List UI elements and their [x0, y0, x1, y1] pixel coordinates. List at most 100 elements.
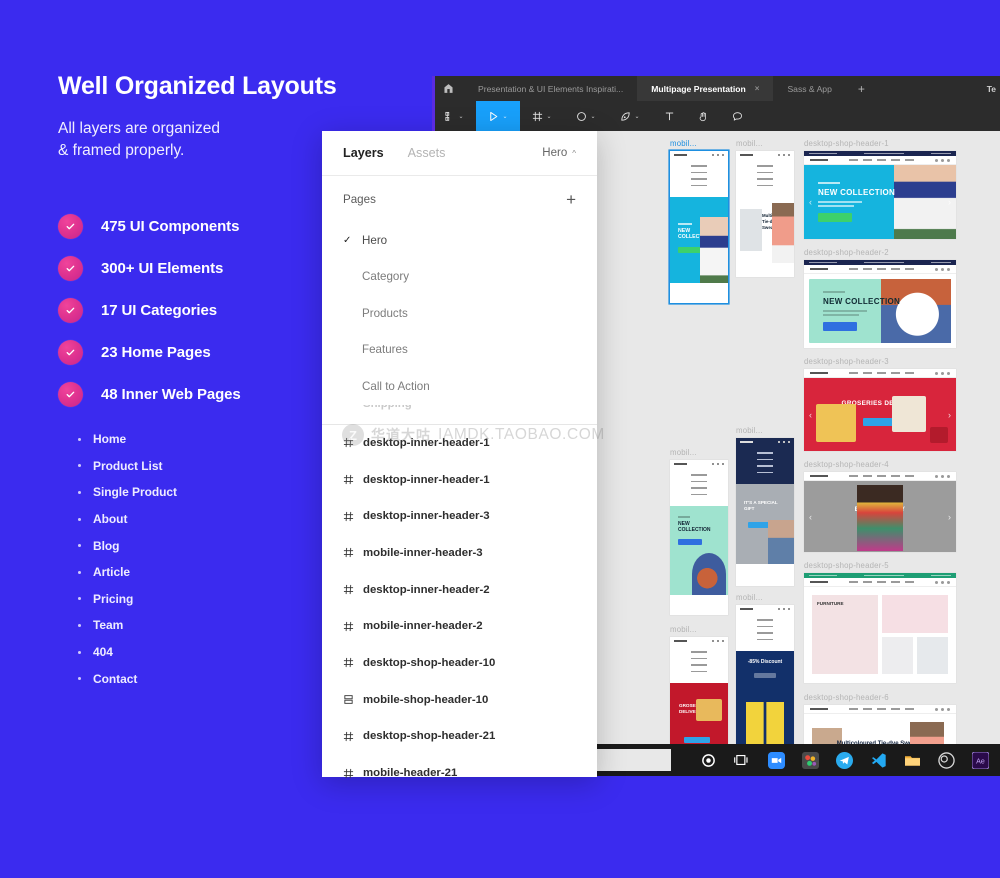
tab-sass-app[interactable]: Sass & App	[773, 76, 845, 101]
tab-label: Sass & App	[787, 83, 832, 94]
desktop-frame-preview[interactable]: GROSERIES DELIVERY ‹ ›	[804, 369, 956, 451]
text-icon[interactable]	[652, 101, 686, 131]
chevron-down-icon[interactable]: ⌄	[502, 113, 507, 120]
category-card[interactable]	[917, 636, 948, 674]
desktop-frame-preview[interactable]: NEW COLLECTION	[804, 260, 956, 348]
bullet-icon	[78, 623, 81, 627]
layer-item[interactable]: desktop-inner-header-1	[322, 425, 597, 462]
cursor-icon[interactable]: ⌄	[476, 101, 520, 131]
feature-item: 23 Home Pages	[58, 331, 241, 373]
tab-label: Multipage Presentation	[651, 83, 746, 94]
page-item-features[interactable]: Features	[322, 332, 597, 369]
frame-label: mobil...	[736, 139, 763, 148]
feature-label: 300+ UI Elements	[101, 259, 224, 277]
tab-multipage-presentation[interactable]: Multipage Presentation ×	[637, 76, 774, 101]
add-page-button[interactable]: +	[566, 191, 576, 208]
desktop-frame-preview[interactable]: NEW COLLECTION ‹ ›	[804, 151, 956, 239]
category-card[interactable]: FURNITURE	[812, 595, 878, 674]
page-item-products[interactable]: Products	[322, 295, 597, 332]
tab-assets[interactable]: Assets	[408, 146, 446, 160]
layer-item[interactable]: mobile-inner-header-3	[322, 535, 597, 572]
layer-item[interactable]: mobile-shop-header-10	[322, 681, 597, 718]
layer-item[interactable]: desktop-shop-header-21	[322, 718, 597, 755]
carousel-prev-icon[interactable]: ‹	[809, 512, 812, 522]
layer-label: desktop-shop-header-10	[363, 656, 496, 669]
carousel-next-icon[interactable]: ›	[948, 410, 951, 420]
tab-layers[interactable]: Layers	[343, 146, 384, 160]
feature-item: 300+ UI Elements	[58, 247, 241, 289]
navbar	[804, 156, 956, 165]
telegram-icon[interactable]	[835, 751, 853, 769]
carousel-next-icon[interactable]: ›	[948, 197, 951, 207]
layer-item[interactable]: desktop-inner-header-1	[322, 461, 597, 498]
hero-copy	[818, 201, 895, 207]
category-grid: FURNITURE	[804, 587, 956, 682]
tab-presentation-ui-elements[interactable]: Presentation & UI Elements Inspirati...	[464, 76, 637, 101]
frame-hash-icon	[343, 584, 363, 595]
pen-icon[interactable]: ⌄	[608, 101, 652, 131]
mobile-menu	[736, 159, 794, 197]
carousel-prev-icon[interactable]: ‹	[809, 410, 812, 420]
category-card[interactable]	[882, 595, 948, 633]
obs-icon[interactable]	[937, 751, 955, 769]
page-name: Contact	[93, 671, 138, 686]
desktop-frame-preview[interactable]: BLACK FRIDAY ‹ ›	[804, 472, 956, 552]
chevron-down-icon[interactable]: ⌄	[590, 113, 595, 120]
cortana-icon[interactable]	[699, 751, 717, 769]
nav-icons	[777, 440, 790, 444]
page-item-category[interactable]: Category	[322, 259, 597, 296]
close-icon[interactable]: ×	[755, 84, 760, 93]
figma-home-icon[interactable]	[432, 76, 464, 101]
mobile-frame[interactable]: -85% Discount	[736, 605, 794, 744]
layer-item[interactable]: mobile-inner-header-2	[322, 608, 597, 645]
hero-cta-button[interactable]	[823, 321, 857, 331]
file-explorer-icon[interactable]	[903, 751, 921, 769]
feature-label: 17 UI Categories	[101, 301, 217, 319]
chevron-down-icon[interactable]: ⌄	[458, 113, 463, 120]
shape-icon[interactable]: ⌄	[564, 101, 608, 131]
mobile-hero: GROSERIES DELIVERY	[670, 683, 728, 744]
desktop-frame-preview[interactable]: Multicoloured Tie-dye Sweater	[804, 705, 956, 744]
new-tab-button[interactable]: +	[846, 76, 877, 101]
zoom-app-icon[interactable]	[767, 751, 785, 769]
task-view-icon[interactable]	[733, 751, 751, 769]
carousel-next-icon[interactable]: ›	[948, 512, 951, 522]
chevron-down-icon[interactable]: ⌄	[546, 113, 551, 120]
current-page-selector[interactable]: Hero ^	[542, 147, 576, 159]
frame-icon[interactable]: ⌄	[520, 101, 564, 131]
frame-hash-icon	[343, 657, 363, 668]
list-item: Blog	[78, 532, 177, 559]
hand-icon[interactable]	[686, 101, 720, 131]
hero-image-person	[857, 485, 903, 551]
layer-item[interactable]: desktop-inner-header-3	[322, 498, 597, 535]
category-card[interactable]	[882, 636, 913, 674]
mobile-frame-column-2b: mobil... IT'S A SPECIAL GIFT	[736, 426, 794, 586]
mobile-hero: IT'S A SPECIAL GIFT	[736, 484, 794, 565]
desktop-frame-preview[interactable]: FURNITURE	[804, 573, 956, 683]
layers-panel: Layers Assets Hero ^ Pages + ✓ Hero Categ…	[322, 131, 597, 779]
hero-cta-button[interactable]	[818, 212, 852, 222]
mobile-frame[interactable]: NEW COLLECTION	[670, 460, 728, 615]
brand-mark	[810, 372, 828, 374]
page-item-partial[interactable]: Shipping	[322, 405, 597, 414]
page-item-hero[interactable]: ✓ Hero	[322, 222, 597, 259]
layer-item[interactable]: desktop-inner-header-2	[322, 571, 597, 608]
page-item-call-to-action[interactable]: Call to Action	[322, 368, 597, 405]
hero-banner: NEW COLLECTION ‹ ›	[804, 165, 956, 239]
vscode-icon[interactable]	[869, 751, 887, 769]
mobile-frame[interactable]: NEW COLLECTION	[670, 151, 728, 303]
move-tools-icon[interactable]: ⌄	[432, 101, 476, 131]
layer-item[interactable]: mobile-header-21	[322, 755, 597, 792]
layer-label: mobile-shop-header-10	[363, 693, 489, 706]
layer-item[interactable]: desktop-shop-header-10	[322, 645, 597, 682]
nav-links	[828, 372, 935, 374]
mobile-frame[interactable]: GROSERIES DELIVERY	[670, 637, 728, 744]
chevron-down-icon[interactable]: ⌄	[634, 113, 639, 120]
mobile-menu	[670, 468, 728, 506]
mobile-navbar	[670, 637, 728, 645]
comment-icon[interactable]	[720, 101, 754, 131]
after-effects-icon[interactable]: Ae	[971, 751, 989, 769]
mobile-frame[interactable]: IT'S A SPECIAL GIFT	[736, 438, 794, 586]
mobile-frame[interactable]: MulticolouTie-dySweate	[736, 151, 794, 277]
sublime-text-icon[interactable]	[801, 751, 819, 769]
